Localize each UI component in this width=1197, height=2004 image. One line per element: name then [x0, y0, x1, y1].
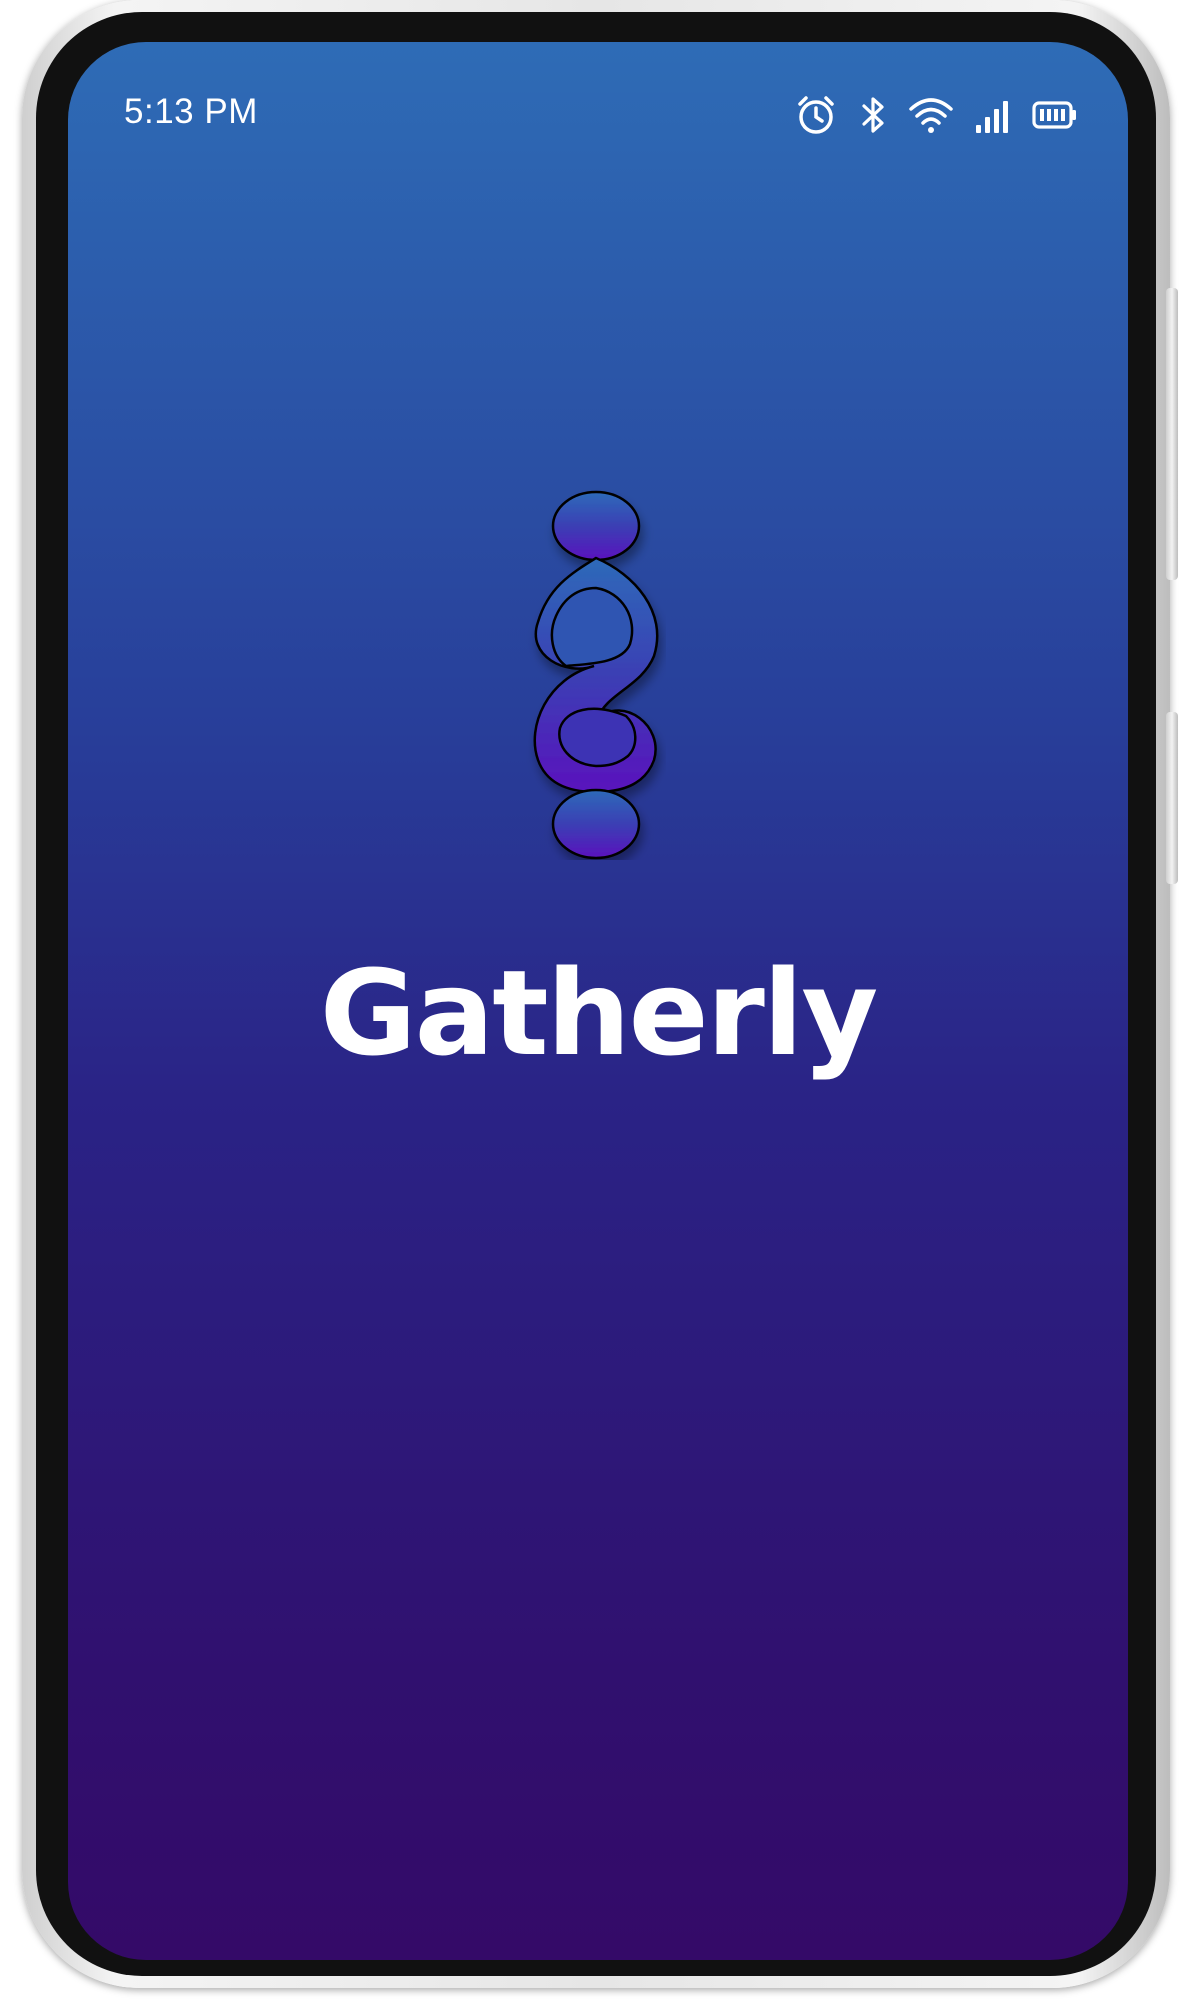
- battery-icon: [1032, 93, 1078, 137]
- status-icons: [794, 90, 1078, 140]
- bluetooth-icon: [858, 93, 888, 137]
- signal-icon: [974, 93, 1012, 137]
- wifi-icon: [908, 93, 954, 137]
- app-name: Gatherly: [319, 944, 878, 1082]
- status-time: 5:13 PM: [124, 92, 258, 131]
- alarm-icon: [794, 93, 838, 137]
- gatherly-logo-icon: [533, 490, 659, 860]
- volume-button: [1166, 288, 1178, 580]
- status-bar: 5:13 PM: [68, 90, 1128, 140]
- power-button: [1166, 712, 1178, 884]
- splash-screen[interactable]: 5:13 PM Gatherly: [68, 42, 1128, 1960]
